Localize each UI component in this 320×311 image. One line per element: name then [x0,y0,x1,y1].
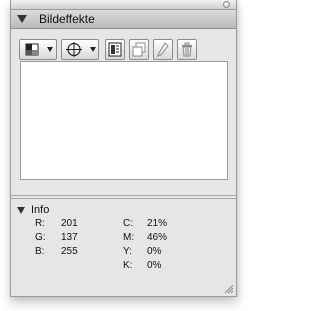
target-dropdown-button[interactable] [61,39,99,60]
panel-title: Bildeffekte [39,12,95,26]
chevron-down-icon [47,47,53,52]
layer-panel-icon [108,42,122,57]
resize-grip-icon[interactable] [222,282,234,294]
palette-titlebar[interactable] [11,0,236,10]
info-label: K: [123,260,133,271]
trash-icon [182,42,192,57]
bildeffekte-palette-window: Bildeffekte Info R: 201 G: 137 B: 255 C:… [10,0,237,297]
crosshair-icon [66,42,82,57]
info-label: M: [123,232,135,243]
close-button[interactable] [223,1,230,8]
bildeffekte-panel-header[interactable]: Bildeffekte [11,10,236,29]
disclosure-triangle-icon[interactable] [17,15,27,23]
duplicate-icon [132,42,146,57]
info-label: B: [35,246,45,257]
info-value: 0% [147,260,162,271]
info-label: R: [35,218,45,229]
panel-divider [11,195,236,196]
info-label: C: [123,218,133,229]
info-value: 255 [61,246,78,257]
pencil-icon [157,42,169,57]
effects-toolbar [11,29,236,60]
disclosure-triangle-icon[interactable] [17,207,25,214]
info-value: 46% [147,232,168,243]
panel-divider [11,198,236,199]
edit-effect-button[interactable] [153,39,173,60]
info-panel-header[interactable]: Info [11,203,236,217]
info-value: 201 [61,218,78,229]
duplicate-effect-button[interactable] [129,39,149,60]
effect-panel-button[interactable] [105,39,125,60]
effect-type-dropdown-button[interactable] [19,39,57,60]
info-value: 21% [147,218,168,229]
info-title: Info [31,204,50,216]
info-value: 0% [147,246,162,257]
info-label: G: [35,232,46,243]
delete-effect-button[interactable] [177,39,197,60]
chevron-down-icon [90,47,96,52]
grid-blocks-icon [25,43,39,56]
effects-list-area[interactable] [20,61,228,180]
info-label: Y: [123,246,132,257]
info-value: 137 [61,232,78,243]
